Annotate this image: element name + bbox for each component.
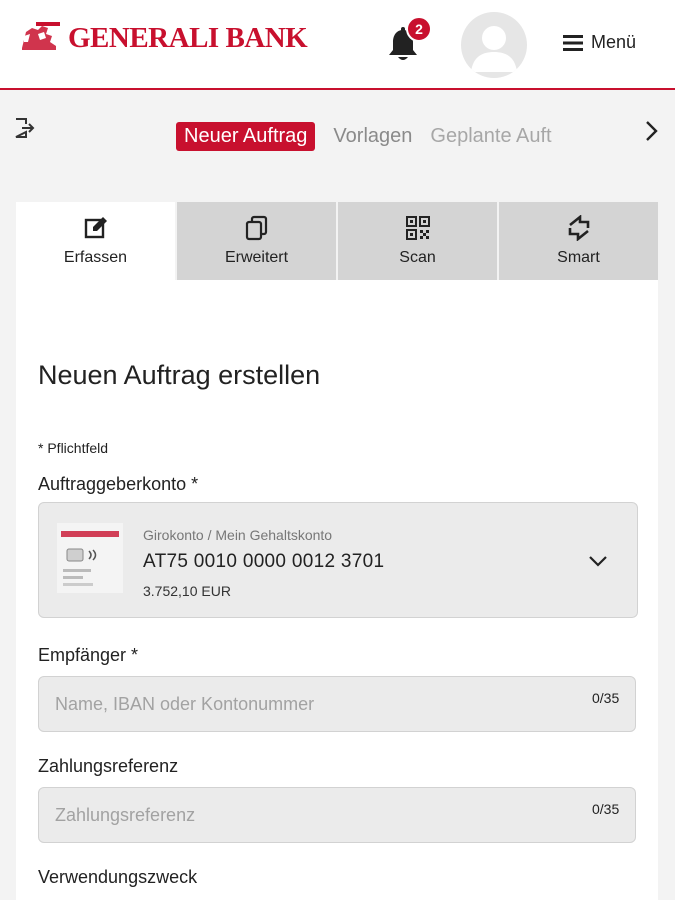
tab-scan[interactable]: Scan <box>338 202 499 280</box>
generali-logo[interactable]: GENERALI BANK <box>16 16 308 60</box>
entry-mode-tabs: Erfassen Erweitert Scan Smart <box>16 202 658 280</box>
recipient-label: Empfänger * <box>38 645 139 665</box>
order-subnav: Neuer Auftrag Vorlagen Geplante Auft <box>0 108 675 164</box>
tab-label: Erweitert <box>224 249 289 266</box>
tab-label: Smart <box>557 249 600 266</box>
tab-neuer-auftrag[interactable]: Neuer Auftrag <box>176 122 316 151</box>
reference-input[interactable] <box>38 787 636 843</box>
tab-geplante-auftraege[interactable]: Geplante Auft <box>430 125 551 148</box>
required-field-note: * Pflichtfeld <box>38 440 109 456</box>
tab-smart[interactable]: Smart <box>499 202 658 280</box>
account-balance: 3.752,10 EUR <box>143 583 231 599</box>
tab-erfassen[interactable]: Erfassen <box>16 202 177 280</box>
purpose-label: Verwendungszweck <box>38 867 198 887</box>
hamburger-icon <box>563 34 583 51</box>
subnav-tabs: Neuer Auftrag Vorlagen Geplante Auft <box>176 122 576 151</box>
tab-label: Scan <box>399 249 436 266</box>
account-label: Auftraggeberkonto * <box>38 474 199 494</box>
recipient-char-counter: 0/35 <box>592 690 620 706</box>
lion-logo-icon <box>18 22 62 52</box>
chevron-down-icon <box>589 556 607 567</box>
user-avatar[interactable] <box>461 12 527 78</box>
order-form-card: Neuen Auftrag erstellen * Pflichtfeld Au… <box>16 280 658 900</box>
account-selector[interactable]: Girokonto / Mein Gehaltskonto AT75 0010 … <box>38 502 638 618</box>
user-silhouette-icon <box>471 26 517 72</box>
reference-label: Zahlungsreferenz <box>38 756 179 776</box>
bank-card-icon <box>57 523 123 593</box>
logo-text: GENERALI BANK <box>68 21 308 54</box>
qr-code-icon <box>405 216 430 240</box>
reference-char-counter: 0/35 <box>592 801 620 817</box>
form-title: Neuen Auftrag erstellen <box>38 360 321 390</box>
copy-icon <box>245 215 267 241</box>
menu-button[interactable]: Menü <box>563 32 636 53</box>
chevron-right-icon[interactable] <box>640 118 662 144</box>
app-header: GENERALI BANK 2 Menü <box>0 0 675 90</box>
swap-arrows-icon <box>568 215 589 241</box>
tab-vorlagen[interactable]: Vorlagen <box>333 125 412 148</box>
edit-icon <box>84 217 107 239</box>
account-type: Girokonto / Mein Gehaltskonto <box>143 527 333 543</box>
account-iban: AT75 0010 0000 0012 3701 <box>143 551 385 572</box>
menu-label: Menü <box>591 32 637 52</box>
recipient-input[interactable] <box>38 676 636 732</box>
exit-icon[interactable] <box>12 116 36 140</box>
notification-badge: 2 <box>406 16 432 42</box>
tab-erweitert[interactable]: Erweitert <box>177 202 338 280</box>
tab-label: Erfassen <box>63 249 128 266</box>
notifications-button[interactable]: 2 <box>386 16 432 64</box>
